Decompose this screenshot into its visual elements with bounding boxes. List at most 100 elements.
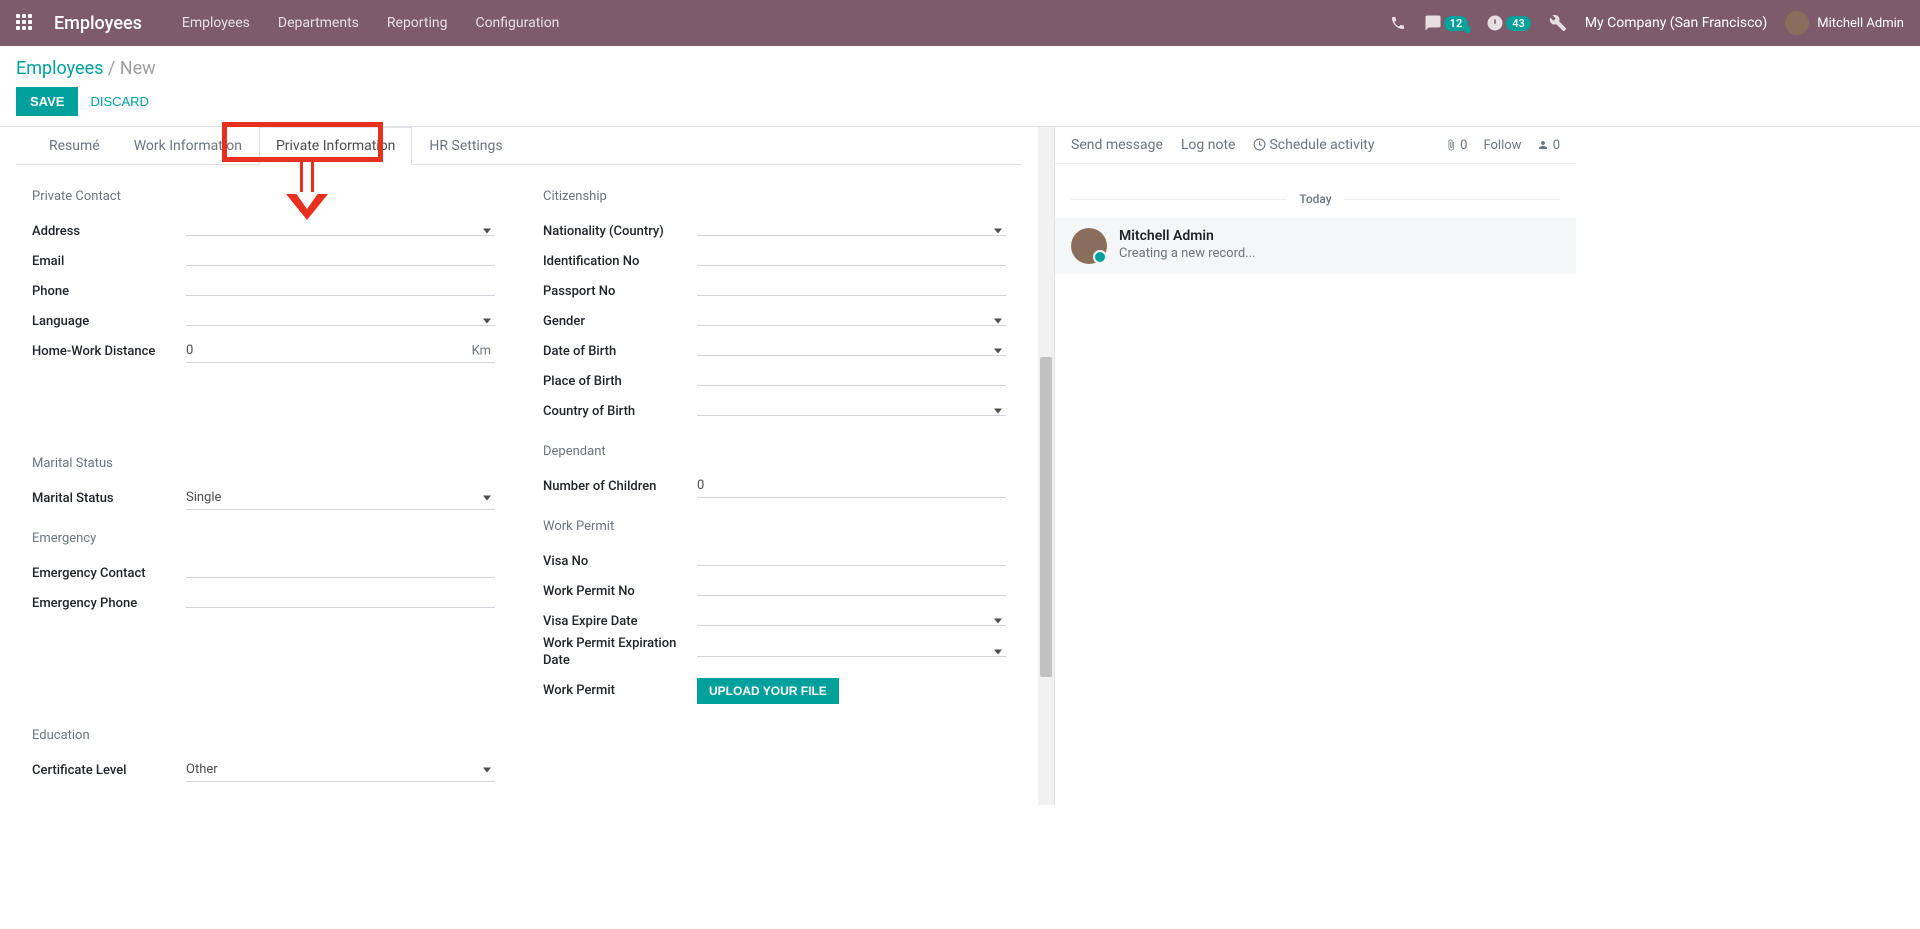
input-id-no[interactable] [697, 257, 1006, 266]
tab-work-information[interactable]: Work Information [117, 127, 259, 165]
input-address[interactable] [186, 227, 495, 236]
upload-file-button[interactable]: UPLOAD YOUR FILE [697, 678, 839, 704]
schedule-activity-label: Schedule activity [1269, 137, 1374, 153]
tab-resume[interactable]: Resumé [32, 127, 117, 165]
main-wrap: Resumé Work Information Private Informat… [0, 126, 1920, 805]
attachments-button[interactable]: 0 [1445, 138, 1468, 153]
chatter-controls: Send message Log note Schedule activity … [1055, 127, 1576, 164]
label-cob: Country of Birth [543, 404, 697, 419]
label-address: Address [32, 224, 186, 239]
input-home-work-distance[interactable]: 0 Km [186, 339, 495, 363]
form-area: Resumé Work Information Private Informat… [0, 127, 1038, 805]
send-message-button[interactable]: Send message [1071, 137, 1163, 153]
activities-icon[interactable]: 43 [1486, 14, 1531, 32]
scrollbar[interactable] [1038, 127, 1054, 805]
input-phone[interactable] [186, 287, 495, 296]
nav-configuration[interactable]: Configuration [475, 15, 559, 31]
input-visa-no[interactable] [697, 557, 1006, 566]
follow-button[interactable]: Follow [1483, 138, 1521, 153]
input-cob[interactable] [697, 407, 1006, 416]
input-nationality[interactable] [697, 227, 1006, 236]
input-gender[interactable] [697, 317, 1006, 326]
input-passport-no[interactable] [697, 287, 1006, 296]
input-visa-expire[interactable] [697, 617, 1006, 626]
brand-title: Employees [54, 13, 142, 34]
value-children: 0 [697, 478, 704, 493]
followers-count: 0 [1553, 138, 1560, 153]
nav-menu: Employees Departments Reporting Configur… [182, 15, 560, 31]
input-email[interactable] [186, 257, 495, 266]
value-home-work-distance: 0 [186, 343, 193, 358]
tab-private-information[interactable]: Private Information [259, 127, 412, 165]
label-id-no: Identification No [543, 254, 697, 269]
navbar: Employees Employees Departments Reportin… [0, 0, 1920, 46]
input-emergency-contact[interactable] [186, 569, 495, 578]
input-permit-expire[interactable] [697, 648, 1006, 657]
label-phone: Phone [32, 284, 186, 299]
label-gender: Gender [543, 314, 697, 329]
label-permit-expire: Work Permit Expiration Date [543, 636, 697, 670]
breadcrumb-sep: / [108, 58, 120, 79]
label-visa-no: Visa No [543, 554, 697, 569]
nav-employees[interactable]: Employees [182, 15, 250, 31]
messages-icon[interactable]: 12 [1424, 14, 1469, 32]
section-emergency: Emergency [32, 531, 495, 546]
label-email: Email [32, 254, 186, 269]
value-marital-status: Single [186, 490, 221, 505]
debug-icon[interactable] [1549, 14, 1567, 32]
nav-reporting[interactable]: Reporting [387, 15, 448, 31]
suffix-km: Km [472, 343, 491, 358]
avatar-icon [1785, 11, 1809, 35]
message-author: Mitchell Admin [1119, 228, 1256, 244]
label-visa-expire: Visa Expire Date [543, 614, 697, 629]
input-marital-status[interactable]: Single [186, 486, 495, 510]
label-marital-status: Marital Status [32, 491, 186, 506]
apps-icon[interactable] [16, 14, 34, 32]
tabs: Resumé Work Information Private Informat… [16, 126, 1022, 165]
label-children: Number of Children [543, 479, 697, 494]
section-work-permit: Work Permit [543, 519, 1006, 534]
breadcrumb: Employees / New [16, 58, 1904, 79]
message-item: Mitchell Admin Creating a new record... [1055, 218, 1576, 274]
input-permit-no[interactable] [697, 587, 1006, 596]
log-note-button[interactable]: Log note [1181, 137, 1236, 153]
label-dob: Date of Birth [543, 344, 697, 359]
label-nationality: Nationality (Country) [543, 224, 697, 239]
input-certificate-level[interactable]: Other [186, 758, 495, 782]
message-body: Mitchell Admin Creating a new record... [1119, 228, 1256, 264]
company-selector[interactable]: My Company (San Francisco) [1585, 15, 1767, 31]
breadcrumb-row: Employees / New [0, 46, 1920, 87]
label-home-work-distance: Home-Work Distance [32, 344, 186, 359]
section-citizenship: Citizenship [543, 189, 1006, 204]
breadcrumb-root[interactable]: Employees [16, 58, 103, 79]
schedule-activity-button[interactable]: Schedule activity [1253, 137, 1374, 153]
input-emergency-phone[interactable] [186, 599, 495, 608]
tab-hr-settings[interactable]: HR Settings [412, 127, 519, 165]
section-private-contact: Private Contact [32, 189, 495, 204]
label-language: Language [32, 314, 186, 329]
label-emergency-phone: Emergency Phone [32, 596, 186, 611]
section-marital: Marital Status [32, 456, 495, 471]
col-left: Private Contact Address Email Phone Lang… [32, 189, 495, 785]
followers-button[interactable]: 0 [1537, 138, 1560, 153]
input-children[interactable]: 0 [697, 474, 1006, 498]
save-button[interactable]: SAVE [16, 87, 78, 116]
label-work-permit: Work Permit [543, 683, 697, 698]
label-pob: Place of Birth [543, 374, 697, 389]
annotation-arrow-icon [286, 162, 328, 222]
input-pob[interactable] [697, 377, 1006, 386]
nav-departments[interactable]: Departments [278, 15, 359, 31]
label-emergency-contact: Emergency Contact [32, 566, 186, 581]
col-right: Citizenship Nationality (Country) Identi… [543, 189, 1006, 785]
chatter-body: Today Mitchell Admin Creating a new reco… [1055, 164, 1576, 290]
user-name: Mitchell Admin [1817, 16, 1904, 31]
user-menu[interactable]: Mitchell Admin [1785, 11, 1904, 35]
input-dob[interactable] [697, 347, 1006, 356]
breadcrumb-current: New [120, 58, 156, 79]
scrollbar-thumb[interactable] [1040, 357, 1052, 677]
input-language[interactable] [186, 317, 495, 326]
discard-button[interactable]: DISCARD [90, 94, 149, 109]
form-columns: Private Contact Address Email Phone Lang… [16, 165, 1022, 785]
phone-icon[interactable] [1390, 15, 1406, 31]
value-certificate-level: Other [186, 762, 218, 777]
